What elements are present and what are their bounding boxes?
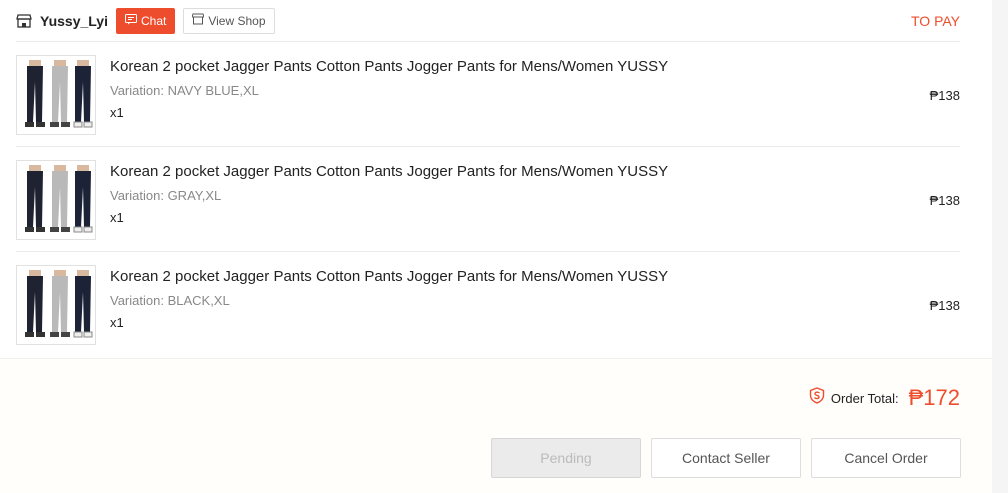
order-total-label: Order Total: <box>830 390 899 406</box>
contact-seller-button[interactable]: Contact Seller <box>651 438 801 478</box>
order-header: Yussy_Lyi Chat View Shop TO PAY <box>16 0 960 42</box>
product-quantity: x1 <box>110 105 124 120</box>
order-card: Yussy_Lyi Chat View Shop TO PAY Korean 2… <box>0 0 992 493</box>
product-variation: Variation: NAVY BLUE,XL <box>110 83 259 98</box>
shop-name[interactable]: Yussy_Lyi <box>40 13 108 29</box>
view-shop-icon <box>191 13 206 28</box>
pending-button[interactable]: Pending <box>491 438 641 478</box>
order-status: TO PAY <box>910 12 960 29</box>
order-footer: Order Total: ₱172 Pending Contact Seller… <box>0 358 992 493</box>
product-quantity: x1 <box>110 315 124 330</box>
chat-button[interactable]: Chat <box>115 7 176 34</box>
cancel-order-button[interactable]: Cancel Order <box>811 438 961 478</box>
shop-icon <box>16 13 32 29</box>
product-variation: Variation: GRAY,XL <box>110 188 222 203</box>
order-item[interactable]: Korean 2 pocket Jagger Pants Cotton Pant… <box>16 252 960 356</box>
order-total-row: Order Total: ₱172 <box>809 385 960 411</box>
product-thumbnail[interactable] <box>16 160 96 240</box>
product-price: ₱138 <box>929 88 960 103</box>
product-variation: Variation: BLACK,XL <box>110 293 230 308</box>
chat-button-label: Chat <box>140 13 167 28</box>
chat-icon <box>124 13 137 28</box>
product-price: ₱138 <box>929 193 960 208</box>
product-quantity: x1 <box>110 210 124 225</box>
product-title[interactable]: Korean 2 pocket Jagger Pants Cotton Pant… <box>110 58 668 75</box>
product-thumbnail[interactable] <box>16 55 96 135</box>
view-shop-label: View Shop <box>208 13 266 28</box>
order-item[interactable]: Korean 2 pocket Jagger Pants Cotton Pant… <box>16 42 960 147</box>
order-total-value: ₱172 <box>908 385 960 410</box>
product-title[interactable]: Korean 2 pocket Jagger Pants Cotton Pant… <box>110 163 668 180</box>
view-shop-button[interactable]: View Shop <box>183 7 275 34</box>
product-thumbnail[interactable] <box>16 265 96 345</box>
order-item[interactable]: Korean 2 pocket Jagger Pants Cotton Pant… <box>16 147 960 252</box>
shield-icon <box>809 387 825 409</box>
product-price: ₱138 <box>929 298 960 313</box>
product-title[interactable]: Korean 2 pocket Jagger Pants Cotton Pant… <box>110 268 668 285</box>
